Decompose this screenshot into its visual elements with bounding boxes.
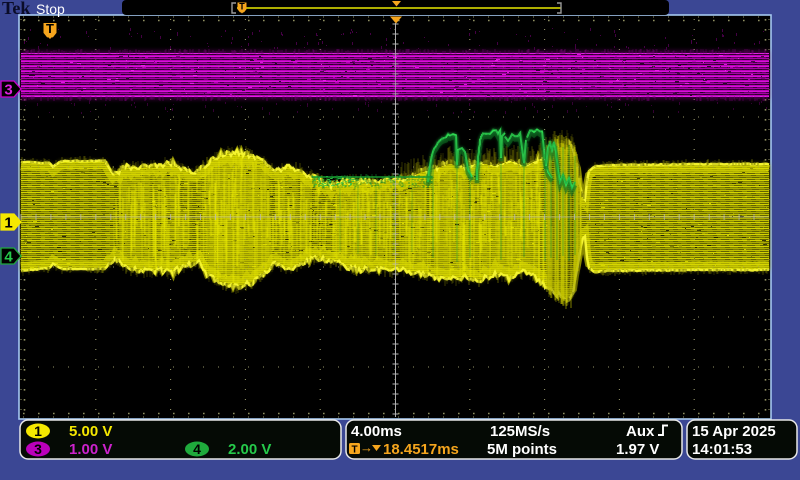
svg-text:1.00 V: 1.00 V	[69, 441, 112, 458]
svg-text:14:01:53: 14:01:53	[692, 441, 752, 458]
svg-text:1: 1	[34, 423, 42, 439]
svg-text:1.97 V: 1.97 V	[616, 441, 659, 458]
svg-text:T: T	[46, 21, 54, 36]
svg-text:15 Apr 2025: 15 Apr 2025	[692, 423, 776, 440]
svg-text:T: T	[351, 445, 357, 456]
svg-text:125MS/s: 125MS/s	[490, 423, 550, 440]
svg-text:5M points: 5M points	[487, 441, 557, 458]
svg-text:T: T	[239, 1, 245, 11]
svg-text:2.00 V: 2.00 V	[228, 441, 271, 458]
svg-text:Stop: Stop	[36, 1, 65, 17]
svg-text:4: 4	[4, 249, 13, 266]
svg-text:1: 1	[4, 215, 12, 232]
svg-text:3: 3	[34, 441, 42, 457]
svg-text:4.00ms: 4.00ms	[351, 423, 402, 440]
svg-text:Tek: Tek	[2, 0, 30, 18]
svg-text:5.00 V: 5.00 V	[69, 423, 112, 440]
svg-text:18.4517ms: 18.4517ms	[383, 441, 459, 458]
svg-text:4: 4	[193, 441, 201, 457]
svg-text:3: 3	[4, 82, 12, 99]
svg-text:→: →	[360, 440, 373, 455]
svg-text:Aux: Aux	[626, 423, 655, 440]
